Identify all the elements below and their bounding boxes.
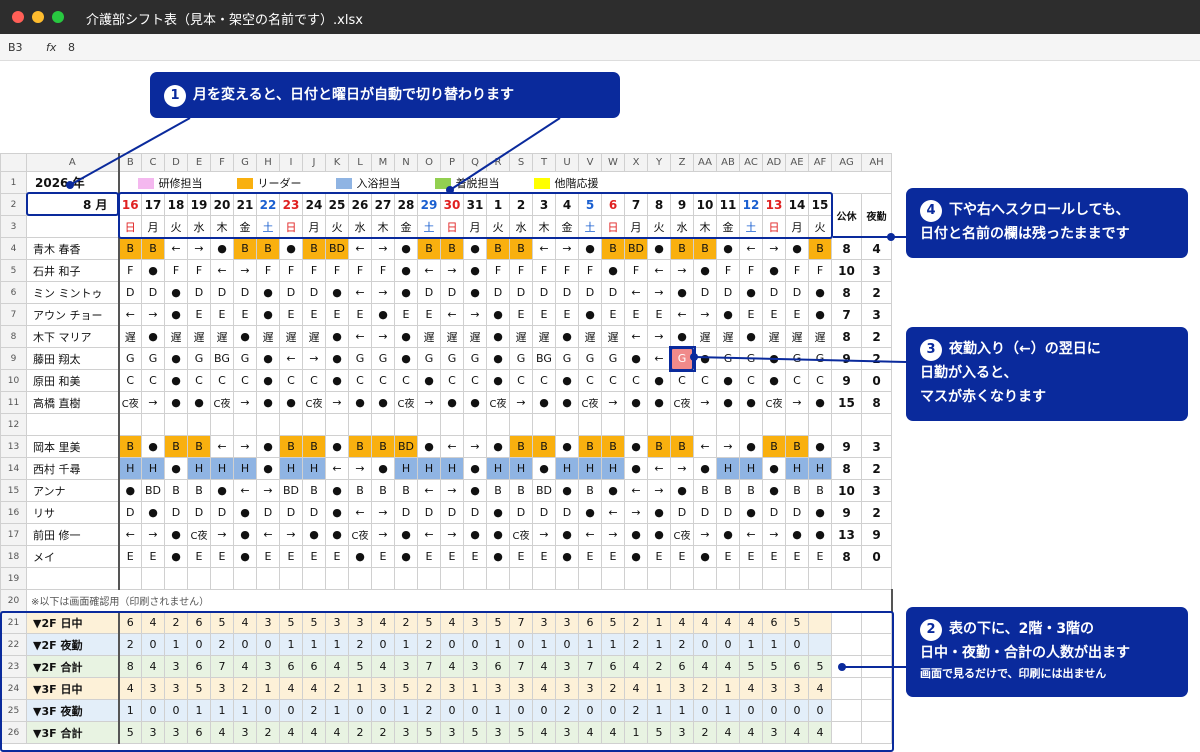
month-highlight-box — [26, 192, 119, 216]
callout-1-text: 月を変えると、日付と曜日が自動で切り替わります — [193, 87, 515, 103]
callout-2-line2: 日中・夜勤・合計の人数が出ます — [920, 645, 1130, 661]
callout-4: 4 下や右へスクロールしても、 日付と名前の欄は残ったままです — [906, 188, 1188, 258]
callout-3-line1: 夜勤入り（←）の翌日に — [949, 341, 1101, 357]
callout-number-1: 1 — [164, 85, 186, 107]
callout-2: 2 表の下に、2階・3階の 日中・夜勤・合計の人数が出ます 画面で見るだけで、印刷… — [906, 607, 1188, 697]
callout-2-line3: 画面で見るだけで、印刷には出ません — [920, 667, 1107, 680]
callout-1: 1 月を変えると、日付と曜日が自動で切り替わります — [150, 72, 620, 118]
red-cell-highlight — [670, 347, 694, 371]
callout-4-line2: 日付と名前の欄は残ったままです — [920, 226, 1130, 242]
callout-number-4: 4 — [920, 200, 942, 222]
callout-2-line1: 表の下に、2階・3階の — [949, 621, 1095, 637]
dates-highlight-box — [118, 192, 833, 239]
callout-3-line3: マスが赤くなります — [920, 389, 1046, 405]
callout-3-line2: 日勤が入ると、 — [920, 365, 1018, 381]
callout-3: 3 夜勤入り（←）の翌日に 日勤が入ると、 マスが赤くなります — [906, 327, 1188, 421]
callout-number-3: 3 — [920, 339, 942, 361]
callout-4-line1: 下や右へスクロールしても、 — [949, 202, 1130, 218]
summary-highlight-box — [0, 611, 894, 752]
callout-number-2: 2 — [920, 619, 942, 641]
